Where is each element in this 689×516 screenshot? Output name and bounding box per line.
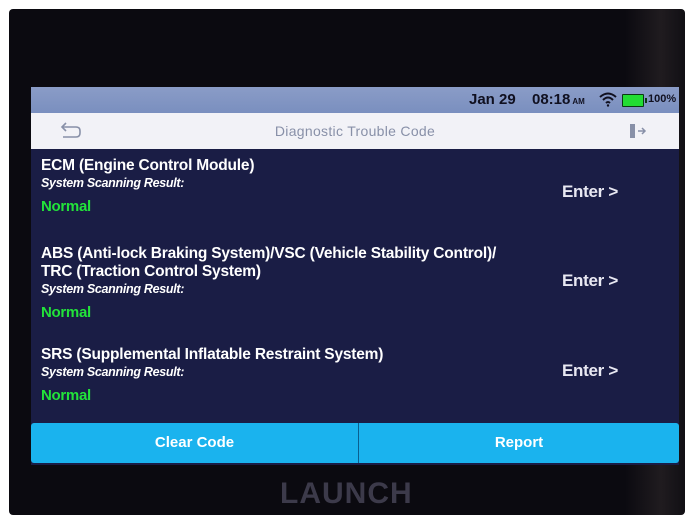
status-date: Jan 29 (469, 91, 516, 108)
title-bar: Diagnostic Trouble Code (31, 113, 679, 149)
system-name: ABS (Anti-lock Braking System)/VSC (Vehi… (41, 245, 497, 262)
status-time: 08:18 AM (532, 91, 585, 108)
report-button[interactable]: Report (359, 423, 679, 463)
enter-button-srs[interactable]: Enter > (562, 361, 618, 381)
status-bar: Jan 29 08:18 AM 100% (31, 87, 679, 113)
scan-result-status: Normal (41, 304, 91, 321)
battery-icon (622, 94, 647, 107)
system-name: ECM (Engine Control Module) (41, 157, 255, 174)
device-brand-logo: LAUNCH (280, 477, 413, 510)
battery-level: 100% (648, 93, 677, 105)
enter-button-abs[interactable]: Enter > (562, 271, 618, 291)
wifi-icon (599, 92, 617, 107)
bottom-action-bar: Clear Code Report (31, 423, 679, 463)
scan-result-status: Normal (41, 387, 91, 404)
page-title: Diagnostic Trouble Code (274, 123, 436, 139)
diagnostic-device: Jan 29 08:18 AM 100% Diagnostic Trouble C… (9, 9, 685, 515)
status-time-value: 08:18 (532, 91, 571, 108)
clear-code-button[interactable]: Clear Code (31, 423, 358, 463)
exit-icon[interactable] (628, 122, 648, 140)
device-screen: Jan 29 08:18 AM 100% Diagnostic Trouble C… (31, 87, 679, 465)
enter-button-ecm[interactable]: Enter > (562, 182, 618, 202)
status-ampm: AM (572, 97, 585, 106)
